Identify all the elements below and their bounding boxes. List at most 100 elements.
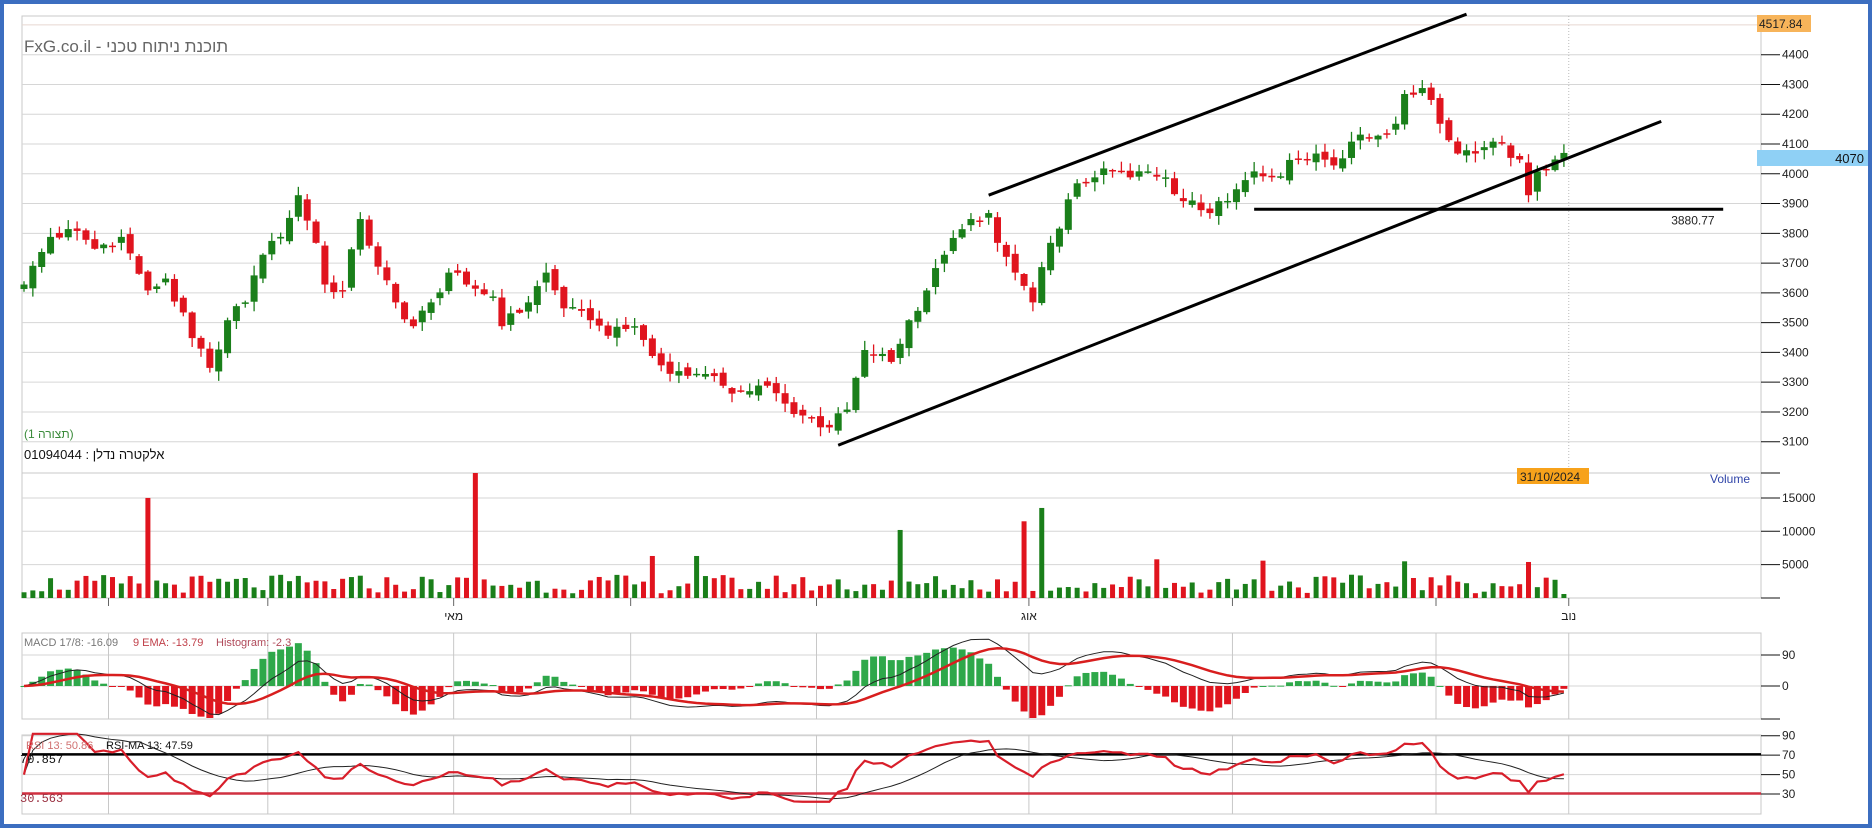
candle-down — [790, 402, 798, 414]
volume-bar — [1295, 587, 1301, 598]
price-tick-label: 3500 — [1782, 316, 1809, 330]
volume-bar — [242, 578, 248, 598]
candle-down — [887, 350, 895, 362]
macd-histogram-bar — [843, 680, 851, 686]
layout-label[interactable]: (תצורה 1) — [24, 427, 74, 441]
month-label: אוג — [1021, 609, 1037, 623]
candle-down — [126, 234, 134, 254]
candle-up — [1215, 201, 1223, 217]
volume-bar — [1039, 507, 1045, 598]
volume-bar — [1233, 589, 1239, 598]
volume-bar — [809, 590, 815, 598]
volume-bar — [1517, 584, 1523, 598]
macd-histogram-bar — [427, 686, 435, 705]
macd-histogram-bar — [436, 686, 444, 697]
volume-bar — [1446, 575, 1452, 598]
candle-down — [1179, 198, 1187, 202]
macd-histogram-bar — [224, 686, 232, 701]
month-label: מאי — [444, 609, 463, 623]
candle-down — [55, 232, 63, 238]
volume-bar — [101, 575, 107, 598]
volume-bar — [1543, 577, 1549, 598]
volume-bar — [313, 580, 319, 598]
macd-ema-label: 9 EMA: -13.79 — [133, 637, 203, 649]
macd-histogram-bar — [861, 659, 869, 686]
price-tick-label: 3800 — [1782, 226, 1809, 240]
macd-histogram-bar — [454, 681, 462, 686]
volume-bars — [21, 473, 1567, 598]
volume-bar — [1481, 591, 1487, 598]
macd-histogram-bar — [790, 686, 798, 687]
macd-histogram-bar — [1409, 673, 1417, 686]
volume-bar — [366, 588, 372, 598]
candle-up — [613, 326, 621, 338]
volume-bar — [941, 589, 947, 598]
candle-up — [755, 385, 763, 396]
macd-histogram-bar — [347, 686, 355, 695]
volume-bar — [499, 585, 505, 598]
volume-bar — [649, 555, 655, 598]
macd-histogram-bar — [799, 686, 807, 688]
volume-bar — [207, 581, 213, 598]
candle-up — [224, 320, 232, 354]
volume-bar — [641, 581, 646, 598]
volume-bar — [1145, 586, 1151, 598]
volume-bar — [1490, 583, 1496, 598]
macd-histogram-bar — [878, 656, 886, 686]
macd-histogram-bar — [1330, 685, 1338, 687]
candle-down — [170, 278, 178, 302]
macd-tick-label: 90 — [1782, 648, 1796, 662]
macd-histogram-bar — [1020, 686, 1028, 712]
candle-down — [206, 348, 214, 368]
candle-down — [498, 297, 506, 327]
volume-bar — [924, 583, 930, 598]
volume-bar — [189, 576, 195, 598]
volume-bar — [667, 590, 673, 598]
macd-histogram-bar — [1153, 686, 1161, 694]
volume-bar — [525, 581, 531, 598]
volume-bar — [1012, 581, 1018, 598]
volume-bar — [534, 580, 540, 598]
candle-down — [870, 354, 878, 356]
candles — [20, 80, 1568, 437]
macd-histogram-bar — [1348, 683, 1355, 686]
candle-down — [392, 283, 400, 303]
macd-histogram-bar — [675, 686, 683, 699]
macd-histogram-bar — [126, 686, 134, 691]
volume-bar — [154, 580, 160, 598]
macd-histogram-bar — [1082, 672, 1090, 686]
volume-tick-label: 5000 — [1782, 558, 1809, 572]
macd-histogram-bar — [569, 684, 577, 686]
macd-histogram-bar — [303, 650, 311, 686]
candle-down — [339, 290, 347, 292]
candle-up — [985, 213, 993, 218]
macd-histogram-bar — [755, 683, 763, 686]
candle-down — [330, 282, 338, 293]
candle-down — [1002, 244, 1010, 257]
candle-down — [1525, 162, 1532, 196]
chart-canvas[interactable]: 3100 3200 3300 3400 3500 3600 3700 3800 3900 4000… — [0, 0, 1872, 828]
volume-bar — [508, 584, 514, 598]
candle-up — [259, 254, 267, 279]
candle-down — [1516, 156, 1524, 160]
volume-bar — [1278, 585, 1284, 598]
candle-up — [232, 306, 240, 322]
macd-histogram-bar — [1383, 682, 1391, 686]
candle-down — [1498, 142, 1506, 144]
macd-histogram-bar — [551, 676, 559, 686]
volume-bar — [1331, 577, 1337, 598]
macd-histogram-bar — [648, 686, 656, 695]
volume-bar — [915, 584, 921, 598]
candle-down — [1117, 170, 1125, 173]
macd-histogram-bar — [383, 686, 391, 697]
candle-down — [409, 319, 417, 327]
macd-histogram-bar — [578, 686, 586, 687]
macd-tick-label: 0 — [1782, 679, 1789, 693]
volume-bar — [1349, 574, 1354, 598]
candle-down — [1011, 253, 1019, 273]
macd-histogram-bar — [923, 652, 931, 686]
candle-down — [188, 312, 196, 339]
volume-bar — [1021, 521, 1027, 598]
macd-histogram-bar — [994, 676, 1001, 686]
candle-up — [524, 302, 532, 312]
